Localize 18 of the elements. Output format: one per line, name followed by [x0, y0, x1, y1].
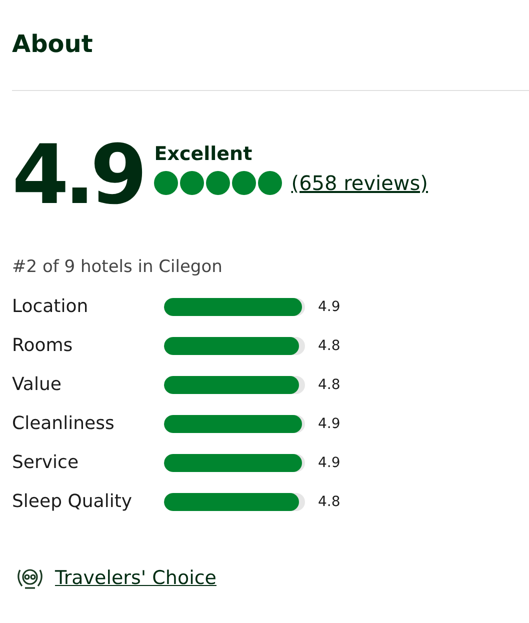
- category-name: Cleanliness: [12, 413, 116, 434]
- ranking-text: #2 of 9 hotels in Cilegon: [12, 257, 224, 277]
- category-name: Sleep Quality: [12, 491, 134, 512]
- category-name: Rooms: [12, 335, 74, 356]
- category-score: 4.8: [318, 338, 340, 354]
- reviews-link[interactable]: (658 reviews): [291, 171, 428, 195]
- category-name: Location: [12, 296, 90, 317]
- category-score: 4.8: [318, 494, 340, 510]
- category-score: 4.8: [318, 376, 340, 392]
- award-link[interactable]: Travelers' Choice: [55, 567, 216, 589]
- overall-score: 4.9: [12, 135, 142, 217]
- rating-label: Excellent: [154, 143, 254, 165]
- category-name: Value: [12, 374, 62, 395]
- section-heading: About: [12, 29, 94, 60]
- category-score: 4.9: [318, 454, 340, 470]
- category-score: 4.9: [318, 298, 340, 314]
- category-score: 4.9: [318, 416, 340, 432]
- category-name: Service: [12, 452, 80, 473]
